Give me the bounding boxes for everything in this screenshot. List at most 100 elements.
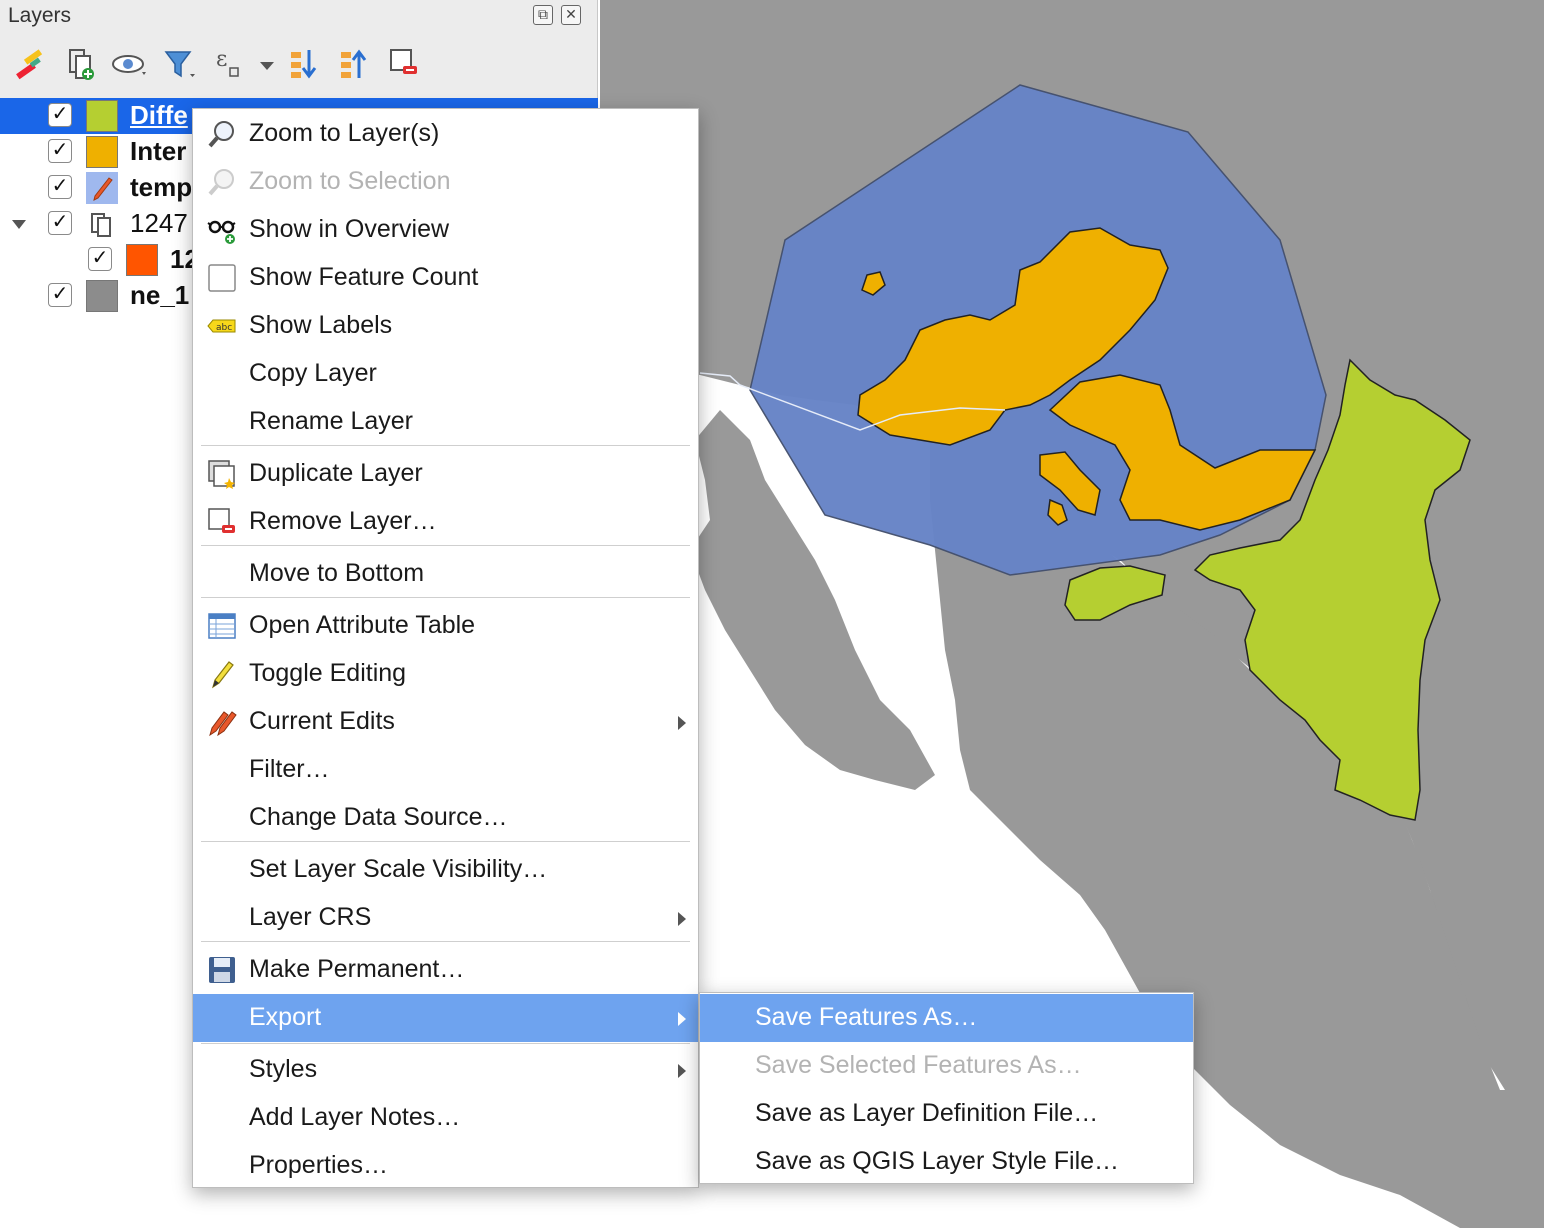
menu-item-label: Zoom to Selection — [249, 167, 451, 195]
menu-item-label: Rename Layer — [249, 407, 413, 435]
menu-item-show-in-overview[interactable]: Show in Overview — [193, 206, 698, 254]
menu-item-label: Zoom to Layer(s) — [249, 119, 440, 147]
layer-group-icon — [91, 213, 111, 237]
submenu-arrow-icon — [678, 1012, 686, 1026]
menu-item-show-labels[interactable]: abc Show Labels — [193, 302, 698, 350]
svg-text:abc: abc — [216, 323, 232, 333]
menu-item-zoom-to-selection[interactable]: Zoom to Selection — [193, 158, 698, 206]
visibility-eye-icon[interactable] — [110, 44, 150, 84]
menu-item-layer-crs[interactable]: Layer CRS — [193, 894, 698, 942]
pencil-icon — [211, 661, 234, 689]
remove-layer-icon — [208, 508, 235, 533]
label-tag-icon: abc — [207, 319, 236, 333]
menu-item-label: Add Layer Notes… — [249, 1103, 461, 1131]
menu-item-rename-layer[interactable]: Rename Layer — [193, 398, 698, 446]
layer-name[interactable]: Inter — [130, 136, 186, 167]
filter-icon[interactable] — [160, 44, 200, 84]
style-brush-icon[interactable] — [10, 44, 50, 84]
menu-separator — [201, 1043, 690, 1044]
menu-item-make-permanent[interactable]: Make Permanent… — [193, 946, 698, 994]
menu-item-remove-layer[interactable]: Remove Layer… — [193, 498, 698, 546]
menu-item-filter[interactable]: Filter… — [193, 746, 698, 794]
close-panel-button[interactable]: ✕ — [561, 5, 581, 25]
layers-toolbar: ε — [0, 44, 598, 86]
menu-item-label: Copy Layer — [249, 359, 377, 387]
menu-item-label: Save as Layer Definition File… — [755, 1099, 1099, 1127]
expand-triangle-icon[interactable] — [12, 220, 26, 229]
layer-checkbox[interactable]: ✓ — [48, 211, 72, 235]
menu-item-save-features-as[interactable]: Save Features As… — [700, 994, 1193, 1042]
attribute-table-icon — [208, 613, 236, 639]
collapse-all-icon[interactable] — [335, 44, 375, 84]
menu-item-label: Make Permanent… — [249, 955, 465, 983]
layer-checkbox[interactable]: ✓ — [48, 139, 72, 163]
menu-separator — [201, 941, 690, 942]
menu-item-label: Show in Overview — [249, 215, 450, 243]
menu-item-label: Set Layer Scale Visibility… — [249, 855, 548, 883]
submenu-arrow-icon — [678, 1064, 686, 1078]
zoom-selection-icon — [208, 169, 234, 196]
save-floppy-icon — [209, 957, 235, 983]
menu-item-label: Properties… — [249, 1151, 388, 1179]
layer-checkbox[interactable]: ✓ — [88, 247, 112, 271]
menu-item-copy-layer[interactable]: Copy Layer — [193, 350, 698, 398]
layer-checkbox[interactable]: ✓ — [48, 283, 72, 307]
menu-item-save-selected-features-as[interactable]: Save Selected Features As… — [700, 1042, 1193, 1090]
menu-item-styles[interactable]: Styles — [193, 1046, 698, 1094]
export-submenu: Save Features As… Save Selected Features… — [699, 992, 1194, 1184]
remove-layer-icon[interactable] — [385, 44, 425, 84]
menu-item-set-scale-visibility[interactable]: Set Layer Scale Visibility… — [193, 846, 698, 894]
menu-item-export[interactable]: Export — [193, 994, 698, 1042]
layer-context-menu: Zoom to Layer(s) Zoom to Selection Show … — [192, 108, 699, 1188]
menu-item-label: Save Selected Features As… — [755, 1051, 1082, 1079]
layer-symbol-swatch[interactable] — [126, 244, 158, 276]
float-panel-button[interactable]: ⧉ — [533, 5, 553, 25]
layer-symbol-swatch[interactable] — [86, 100, 118, 132]
menu-item-current-edits[interactable]: Current Edits — [193, 698, 698, 746]
layer-symbol-swatch[interactable] — [86, 280, 118, 312]
add-group-icon[interactable] — [60, 44, 100, 84]
layer-checkbox[interactable]: ✓ — [48, 175, 72, 199]
submenu-arrow-icon — [678, 716, 686, 730]
expression-filter-icon[interactable]: ε — [210, 44, 250, 84]
menu-item-label: Duplicate Layer — [249, 459, 423, 487]
zoom-magnifier-icon — [208, 121, 234, 148]
menu-separator — [201, 445, 690, 446]
layer-symbol-swatch[interactable] — [86, 136, 118, 168]
menu-item-show-feature-count[interactable]: Show Feature Count — [193, 254, 698, 302]
menu-item-change-data-source[interactable]: Change Data Source… — [193, 794, 698, 842]
duplicate-layer-icon — [208, 460, 235, 489]
menu-item-label: Filter… — [249, 755, 330, 783]
menu-item-label: Save Features As… — [755, 1003, 978, 1031]
menu-item-zoom-to-layer[interactable]: Zoom to Layer(s) — [193, 110, 698, 158]
layer-name[interactable]: temp — [130, 172, 192, 203]
menu-item-add-layer-notes[interactable]: Add Layer Notes… — [193, 1094, 698, 1142]
menu-item-toggle-editing[interactable]: Toggle Editing — [193, 650, 698, 698]
menu-item-label: Open Attribute Table — [249, 611, 476, 639]
menu-item-properties[interactable]: Properties… — [193, 1142, 698, 1190]
svg-text:ε: ε — [216, 47, 227, 72]
menu-item-open-attribute-table[interactable]: Open Attribute Table — [193, 602, 698, 650]
editing-pencil-icon[interactable] — [86, 172, 118, 204]
menu-item-label: Current Edits — [249, 707, 395, 735]
menu-item-save-layer-definition[interactable]: Save as Layer Definition File… — [700, 1090, 1193, 1138]
layer-name[interactable]: 1247 — [130, 208, 188, 239]
dropdown-arrow-icon[interactable] — [250, 44, 290, 84]
expand-all-icon[interactable] — [285, 44, 325, 84]
menu-separator — [201, 597, 690, 598]
layer-name[interactable]: Diffe — [130, 100, 188, 131]
menu-item-label: Layer CRS — [249, 903, 372, 931]
menu-item-move-to-bottom[interactable]: Move to Bottom — [193, 550, 698, 598]
layer-checkbox[interactable]: ✓ — [48, 103, 72, 127]
checkbox-empty-icon — [208, 264, 236, 292]
panel-title: Layers — [8, 4, 72, 27]
overview-glasses-icon — [207, 220, 236, 244]
menu-item-label: Export — [249, 1003, 322, 1031]
current-edits-pencils-icon — [209, 711, 237, 737]
layer-name[interactable]: ne_1 — [130, 280, 189, 311]
menu-item-save-qgis-style[interactable]: Save as QGIS Layer Style File… — [700, 1138, 1193, 1186]
menu-item-label: Show Feature Count — [249, 263, 479, 291]
menu-item-duplicate-layer[interactable]: Duplicate Layer — [193, 450, 698, 498]
menu-item-label: Save as QGIS Layer Style File… — [755, 1147, 1120, 1175]
menu-item-label: Move to Bottom — [249, 559, 425, 587]
